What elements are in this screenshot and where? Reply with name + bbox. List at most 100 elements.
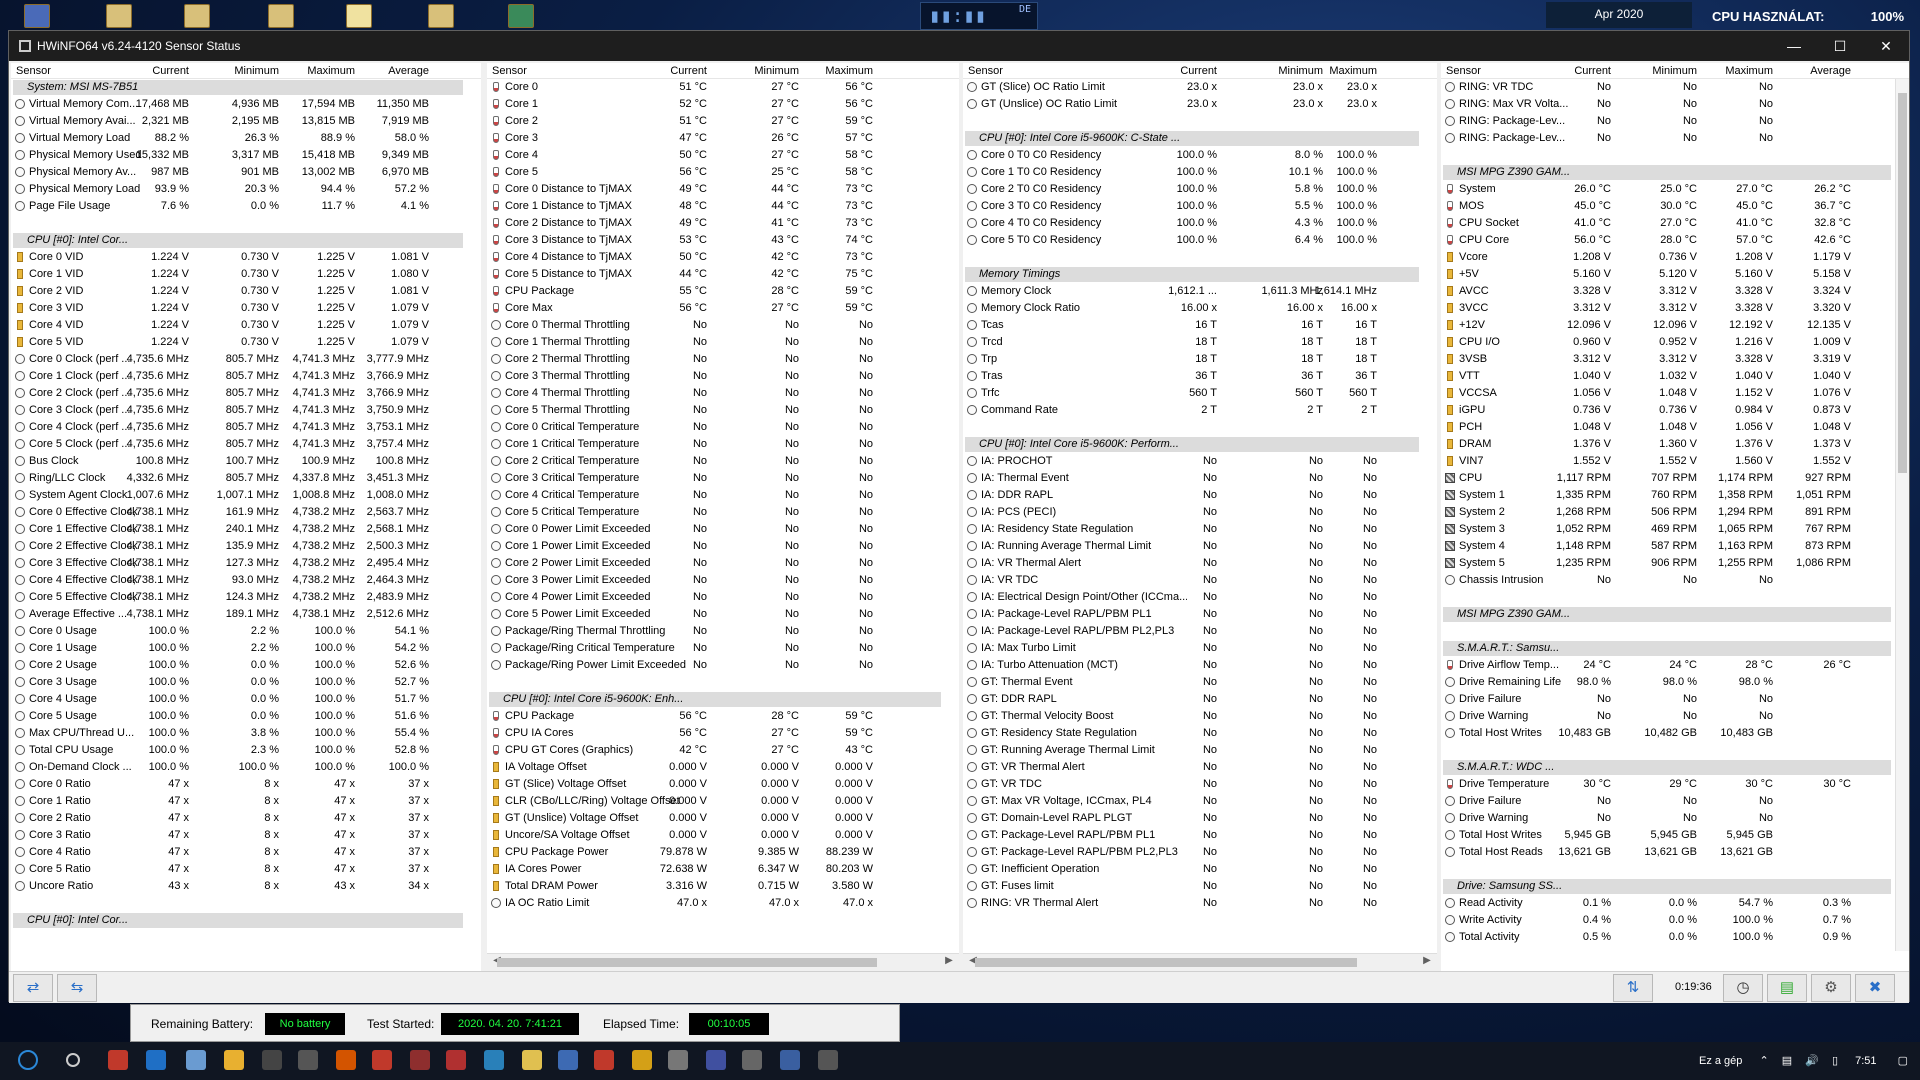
sensor-row[interactable]: Physical Memory Load 93.9 % 20.3 % 94.4 % 57…	[11, 181, 481, 198]
sensor-row[interactable]: Total Activity 0.5 % 0.0 % 100.0 % 0.9 %	[1441, 929, 1909, 946]
sensor-row[interactable]: Core 4 Effective Clock 4,738.1 MHz 93.0 MH…	[11, 572, 481, 589]
sensor-row[interactable]: Core 0 Effective Clock 4,738.1 MHz 161.9 M…	[11, 504, 481, 521]
sensor-row[interactable]: Total Host Writes 10,483 GB 10,482 GB 10,48…	[1441, 725, 1909, 742]
sensor-row[interactable]: Core Max 56 °C 27 °C 59 °C	[487, 300, 959, 317]
sensor-row[interactable]: CPU GT Cores (Graphics) 42 °C 27 °C 43 °C	[487, 742, 959, 759]
sensor-row[interactable]: Average Effective ... 4,738.1 MHz 189.1 MH…	[11, 606, 481, 623]
sensor-row[interactable]: DRAM 1.376 V 1.360 V 1.376 V 1.373 V	[1441, 436, 1909, 453]
sensor-row[interactable]: GT: Thermal Event No No No	[963, 674, 1437, 691]
sensor-row[interactable]: Core 3 Effective Clock 4,738.1 MHz 127.3 M…	[11, 555, 481, 572]
sensor-row[interactable]: Core 3 Distance to TjMAX 53 °C 43 °C 74 °C	[487, 232, 959, 249]
sensor-group-header[interactable]: CPU [#0]: Intel Cor...	[11, 232, 481, 249]
sensor-row[interactable]: Core 1 Ratio 47 x8 x 47 x 37 x	[11, 793, 481, 810]
sensor-row[interactable]: GT (Slice) Voltage Offset 0.000 V 0.000 V0…	[487, 776, 959, 793]
desktop-icon[interactable]	[268, 4, 294, 28]
sensor-row[interactable]: IA: Running Average Thermal Limit No No No	[963, 538, 1437, 555]
sensor-row[interactable]: Core 4 Usage 100.0 % 0.0 % 100.0 % 51.7 %	[11, 691, 481, 708]
sensor-row[interactable]: VTT 1.040 V 1.032 V 1.040 V 1.040 V	[1441, 368, 1909, 385]
sensor-row[interactable]: Write Activity 0.4 % 0.0 % 100.0 % 0.7 %	[1441, 912, 1909, 929]
app-icon[interactable]	[186, 1050, 206, 1070]
sensor-row[interactable]: Trcd 18 T 18 T 18 T	[963, 334, 1437, 351]
sensor-row[interactable]: 3VCC 3.312 V 3.312 V 3.328 V 3.320 V	[1441, 300, 1909, 317]
sensor-row[interactable]: Core 4 Critical Temperature No No No	[487, 487, 959, 504]
minimize-button[interactable]: —	[1771, 31, 1817, 61]
vertical-scrollbar[interactable]	[1895, 79, 1909, 951]
sensor-row[interactable]: Total Host Writes 5,945 GB 5,945 GB 5,945 G…	[1441, 827, 1909, 844]
column-header[interactable]: Current	[53, 63, 189, 79]
sensor-group-header[interactable]: CPU [#0]: Intel Cor...	[11, 912, 481, 929]
sensor-row[interactable]: Core 4 VID 1.224 V 0.730 V 1.225 V 1.079 V	[11, 317, 481, 334]
sensor-row[interactable]: Core 1 52 °C 27 °C 56 °C	[487, 96, 959, 113]
sensor-row[interactable]: IA: Max Turbo Limit No No No	[963, 640, 1437, 657]
sensor-row[interactable]: GT: VR TDC No No No	[963, 776, 1437, 793]
sensor-row[interactable]: Virtual Memory Com... 17,468 MB 4,936 MB 17…	[11, 96, 481, 113]
sensor-row[interactable]: Core 2 Critical Temperature No No No	[487, 453, 959, 470]
app-icon[interactable]	[742, 1050, 762, 1070]
sensor-row[interactable]: GT (Unslice) Voltage Offset 0.000 V 0.000 …	[487, 810, 959, 827]
desktop-icon[interactable]	[346, 4, 372, 28]
sensor-row[interactable]: Core 1 Clock (perf ... 4,735.6 MHz 805.7 M…	[11, 368, 481, 385]
taskbar-clock[interactable]: 7:51	[1855, 1055, 1876, 1067]
sensor-row[interactable]: System 5 1,235 RPM 906 RPM 1,255 RPM 1,086 R…	[1441, 555, 1909, 572]
sensor-row[interactable]: Core 3 Critical Temperature No No No	[487, 470, 959, 487]
sensor-row[interactable]: Core 4 Ratio 47 x8 x 47 x 37 x	[11, 844, 481, 861]
sensor-row[interactable]: Core 0 Power Limit Exceeded No No No	[487, 521, 959, 538]
sensor-group-header[interactable]: S.M.A.R.T.: Samsu...	[1441, 640, 1909, 657]
sensor-row[interactable]: AVCC 3.328 V 3.312 V 3.328 V 3.324 V	[1441, 283, 1909, 300]
sensor-row[interactable]: Core 5 56 °C 25 °C 58 °C	[487, 164, 959, 181]
sensor-row[interactable]: Core 2 Distance to TjMAX 49 °C 41 °C 73 °C	[487, 215, 959, 232]
sensor-row[interactable]: GT: Package-Level RAPL/PBM PL1 No No No	[963, 827, 1437, 844]
sensor-row[interactable]: VCCSA 1.056 V 1.048 V 1.152 V 1.076 V	[1441, 385, 1909, 402]
settings-button[interactable]: ⚙	[1811, 974, 1851, 1002]
sensor-row[interactable]: Drive Warning No No No	[1441, 708, 1909, 725]
sensor-row[interactable]: Core 3 47 °C 26 °C 57 °C	[487, 130, 959, 147]
column-header[interactable]: Sensor	[1446, 63, 1481, 79]
sensor-row[interactable]: Core 0 51 °C 27 °C 56 °C	[487, 79, 959, 96]
sensor-row[interactable]: RING: VR TDC No No No	[1441, 79, 1909, 96]
column-header[interactable]: Maximum	[807, 63, 873, 79]
sensor-group-header[interactable]: System: MSI MS-7B51	[11, 79, 481, 96]
sensor-row[interactable]: Core 0 Clock (perf ... 4,735.6 MHz 805.7 M…	[11, 351, 481, 368]
app-icon[interactable]	[632, 1050, 652, 1070]
sensor-row[interactable]: Core 0 T0 C0 Residency 100.0 % 8.0 % 100.0 …	[963, 147, 1437, 164]
sensor-group-header[interactable]: CPU [#0]: Intel Core i5-9600K: C-State .…	[963, 130, 1437, 147]
desktop-icon[interactable]	[508, 4, 534, 28]
horizontal-scrollbar[interactable]: ◀▶	[963, 953, 1437, 971]
sensor-row[interactable]: Core 3 VID 1.224 V 0.730 V 1.225 V 1.079 V	[11, 300, 481, 317]
sensor-row[interactable]: CPU Core 56.0 °C 28.0 °C 57.0 °C 42.6 °C	[1441, 232, 1909, 249]
sensor-row[interactable]: iGPU 0.736 V 0.736 V 0.984 V 0.873 V	[1441, 402, 1909, 419]
sensor-row[interactable]: System 3 1,052 RPM 469 RPM 1,065 RPM 767 RPM	[1441, 521, 1909, 538]
sensor-row[interactable]: MOS 45.0 °C 30.0 °C 45.0 °C 36.7 °C	[1441, 198, 1909, 215]
sensor-row[interactable]: +12V 12.096 V 12.096 V 12.192 V 12.135 V	[1441, 317, 1909, 334]
sensor-group-header[interactable]: S.M.A.R.T.: WDC ...	[1441, 759, 1909, 776]
sensor-row[interactable]: GT (Unslice) OC Ratio Limit 23.0 x 23.0 x2…	[963, 96, 1437, 113]
sensor-row[interactable]: GT: DDR RAPL No No No	[963, 691, 1437, 708]
sensor-row[interactable]: GT: Residency State Regulation No No No	[963, 725, 1437, 742]
sensor-row[interactable]: Core 5 Effective Clock 4,738.1 MHz 124.3 M…	[11, 589, 481, 606]
volume-icon[interactable]: 🔊	[1805, 1055, 1819, 1067]
horizontal-scrollbar[interactable]: ◀▶	[487, 953, 959, 971]
sensor-panel-4[interactable]: Sensor Current Minimum Maximum Average RING: …	[1441, 63, 1909, 971]
sensor-row[interactable]: Drive Failure No No No	[1441, 793, 1909, 810]
sensor-row[interactable]: Physical Memory Used 15,332 MB 3,317 MB 15,…	[11, 147, 481, 164]
sensor-row[interactable]: On-Demand Clock ... 100.0 % 100.0 % 100.0 %…	[11, 759, 481, 776]
sensor-row[interactable]: System 1 1,335 RPM 760 RPM 1,358 RPM 1,051 R…	[1441, 487, 1909, 504]
sensor-row[interactable]: System 26.0 °C 25.0 °C 27.0 °C 26.2 °C	[1441, 181, 1909, 198]
sensor-row[interactable]: Core 3 Power Limit Exceeded No No No	[487, 572, 959, 589]
sensor-row[interactable]: GT: Package-Level RAPL/PBM PL2,PL3 No No No	[963, 844, 1437, 861]
sensor-row[interactable]: Core 2 T0 C0 Residency 100.0 % 5.8 % 100.0 …	[963, 181, 1437, 198]
sensor-row[interactable]: Core 2 Power Limit Exceeded No No No	[487, 555, 959, 572]
start-icon[interactable]	[18, 1050, 38, 1070]
column-header[interactable]: Sensor	[16, 63, 51, 79]
app-icon[interactable]	[818, 1050, 838, 1070]
sensor-row[interactable]: RING: Package-Lev... No No No	[1441, 130, 1909, 147]
sensor-row[interactable]: RING: Package-Lev... No No No	[1441, 113, 1909, 130]
sensor-row[interactable]: Page File Usage 7.6 % 0.0 % 11.7 % 4.1 %	[11, 198, 481, 215]
app-icon[interactable]	[108, 1050, 128, 1070]
sensor-row[interactable]: IA: Residency State Regulation No No No	[963, 521, 1437, 538]
scroll-right-icon[interactable]: ▶	[943, 955, 955, 966]
sensor-group-header[interactable]: CPU [#0]: Intel Core i5-9600K: Perform..…	[963, 436, 1437, 453]
maximize-button[interactable]: ☐	[1817, 31, 1863, 61]
sensor-row[interactable]: CPU Socket 41.0 °C 27.0 °C 41.0 °C 32.8 °C	[1441, 215, 1909, 232]
sensor-row[interactable]: GT: Max VR Voltage, ICCmax, PL4 No No No	[963, 793, 1437, 810]
